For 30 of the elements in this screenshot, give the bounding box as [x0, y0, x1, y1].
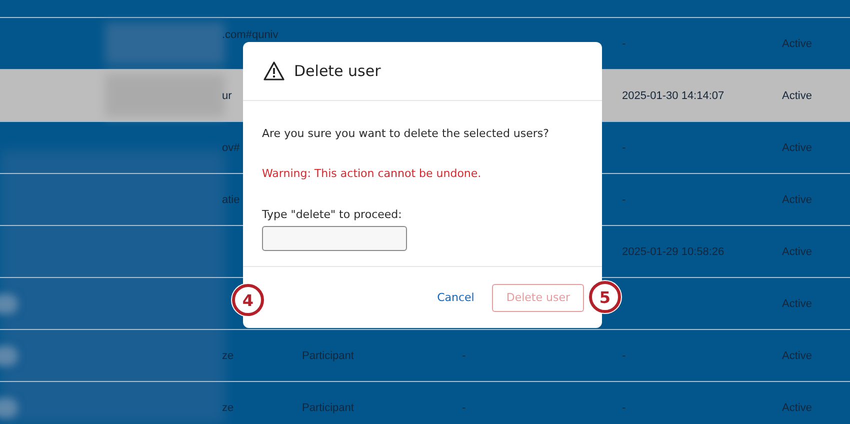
table-cell: ur	[222, 90, 232, 102]
table-cell: Participant	[302, 402, 354, 414]
table-cell: -	[622, 38, 626, 50]
table-cell: Active	[782, 142, 812, 154]
table-cell: Active	[782, 90, 812, 102]
table-cell: atie	[222, 194, 240, 206]
table-cell: 2025-01-30 14:14:07	[622, 90, 724, 102]
table-cell: ze	[222, 402, 234, 414]
field-label: Type "delete" to proceed:	[262, 208, 403, 221]
table-cell: ov#	[222, 142, 240, 154]
warning-message: Warning: This action cannot be undone.	[262, 167, 482, 180]
table-cell: -	[622, 194, 626, 206]
table-cell: Active	[782, 402, 812, 414]
table-cell: -	[622, 402, 626, 414]
confirmation-message: Are you sure you want to delete the selected users?	[262, 127, 550, 140]
table-cell: Active	[782, 246, 812, 258]
table-cell: ze	[222, 350, 234, 362]
table-cell: Active	[782, 350, 812, 362]
table-cell: Participant	[302, 350, 354, 362]
table-cell: -	[462, 402, 466, 414]
table-cell: -	[622, 350, 626, 362]
table-cell: Active	[782, 38, 812, 50]
table-cell: -	[462, 350, 466, 362]
table-cell: Active	[782, 194, 812, 206]
table-cell: Active	[782, 298, 812, 310]
step-marker: 4	[232, 284, 264, 316]
step-marker: 5	[589, 281, 621, 313]
table-cell: .com#quniv	[222, 29, 278, 41]
table-cell: -	[622, 142, 626, 154]
table-cell: 2025-01-29 10:58:26	[622, 246, 724, 258]
